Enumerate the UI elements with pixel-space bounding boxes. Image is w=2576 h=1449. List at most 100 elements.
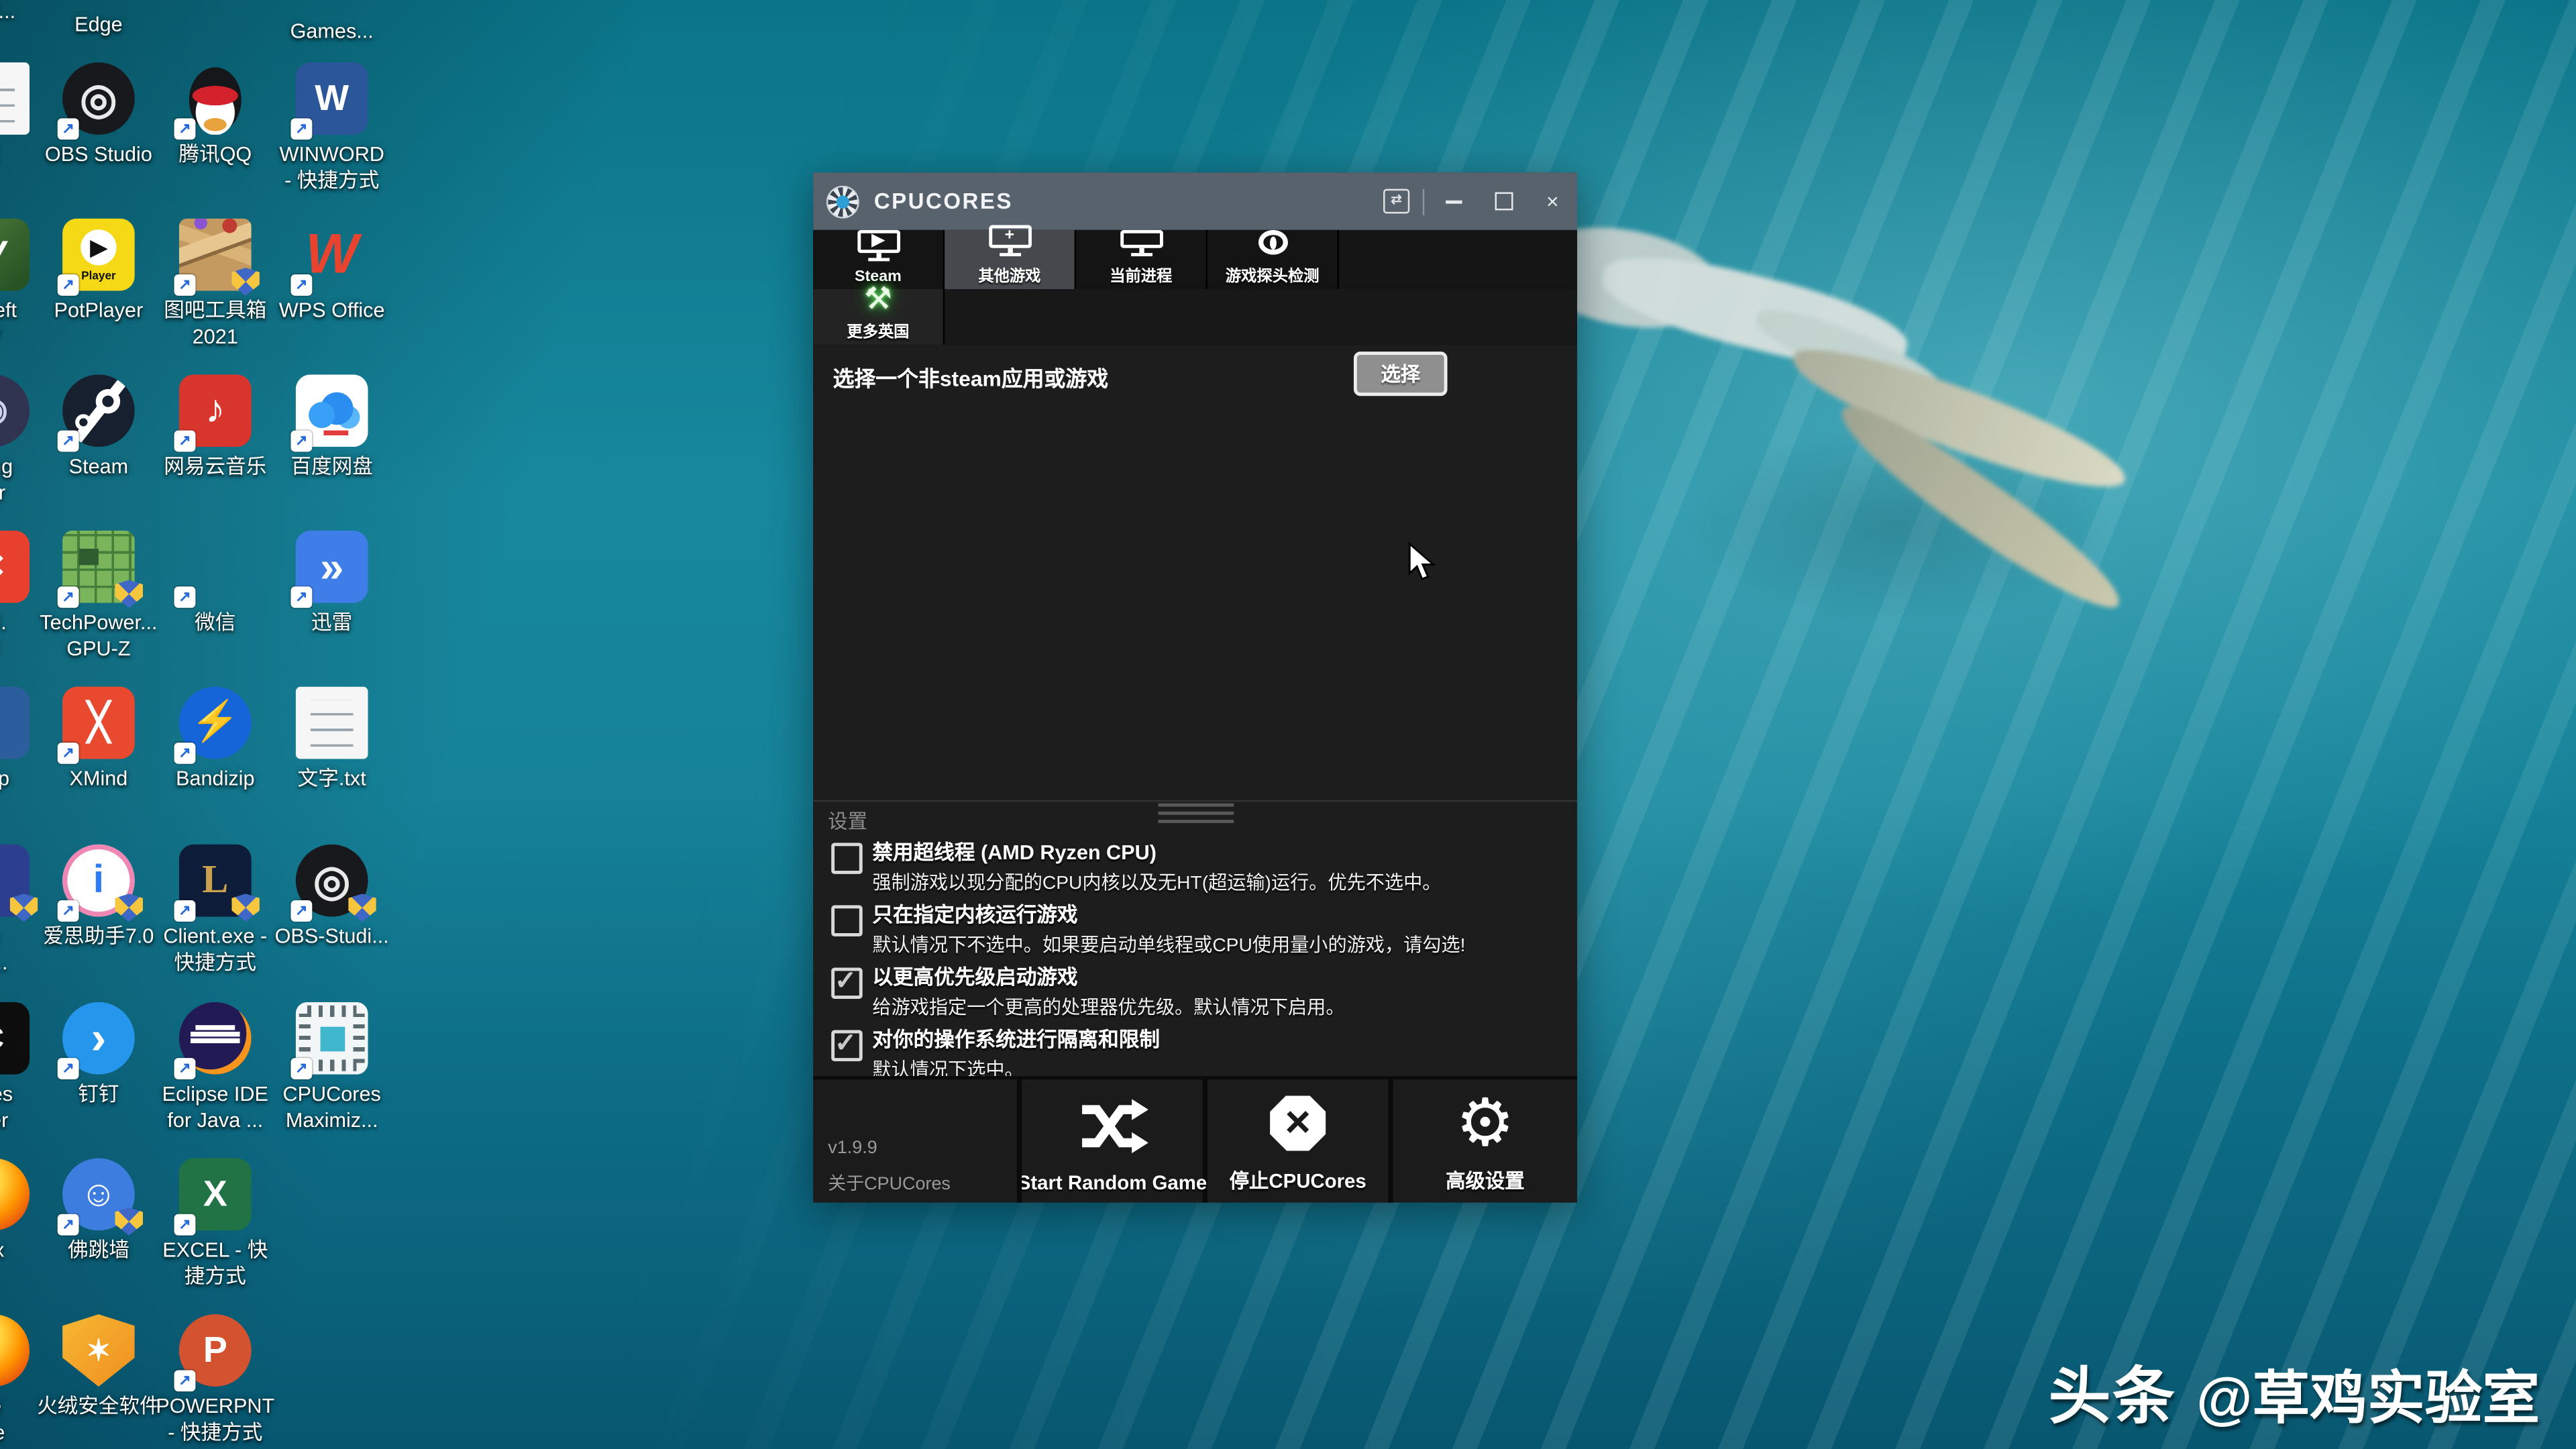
netease-cloud-music-icon: ♪ ↗ [174, 374, 252, 452]
drag-handle[interactable] [1157, 803, 1233, 828]
setting-description: 给游戏指定一个更高的处理器优先级。默认情况下启用。 [872, 998, 1345, 1019]
shortcut-arrow-icon: ↗ [57, 1214, 79, 1236]
aisi-assistant-7-glyph: i [93, 857, 105, 902]
checkbox-4-checked[interactable]: ✓ [831, 1030, 863, 1062]
bandizip-glyph: ⚡ [191, 700, 240, 745]
desktop-icon-baidu-netdisk[interactable]: ↗ 百度网盘 [260, 374, 405, 480]
desktop-icon-microsoft-edge[interactable]: Edge [26, 13, 171, 39]
footer-button-stop-x[interactable]: × 停止CPUCores [1208, 1079, 1393, 1203]
select-button[interactable]: 选择 [1353, 352, 1448, 396]
desktop-icon-games-partial[interactable]: Games... [260, 19, 405, 45]
checkbox-2-unchecked[interactable] [831, 905, 863, 936]
about-link[interactable]: 关于CPUCores [828, 1170, 951, 1196]
checkbox-1-unchecked[interactable] [831, 843, 863, 874]
tab-steam-games[interactable]: ▶ Steam [813, 229, 945, 290]
footer-button-label: Start Random Game [1017, 1171, 1208, 1195]
desktop-icon-thunder-xunlei[interactable]: » ↗ 迅雷 [260, 531, 405, 637]
dingtalk-icon: › ↗ [57, 1002, 135, 1079]
uac-shield-icon [231, 268, 260, 296]
fotiaoqiang-glyph: ☺ [80, 1173, 117, 1214]
footer-button-label: 停止CPUCores [1229, 1169, 1366, 1193]
excel-shortcut-icon: X ↗ [174, 1158, 252, 1236]
tab-label: 其他游戏 [978, 268, 1041, 286]
shortcut-arrow-icon: ↗ [174, 742, 196, 764]
obs-studio-glyph: ◎ [80, 74, 117, 123]
winword-shortcut-icon: W ↗ [290, 62, 368, 140]
epic-games-partial-glyph: C [0, 1024, 4, 1053]
desktop-icon-excel-shortcut[interactable]: X ↗ EXCEL - 快 捷方式 [143, 1158, 288, 1291]
winword-shortcut-glyph: W [315, 77, 350, 119]
epic-games-partial-icon: C [0, 1002, 30, 1075]
close-button[interactable]: × [1528, 172, 1577, 230]
obs-studio-icon: ◎ ↗ [57, 62, 135, 140]
shortcut-arrow-icon: ↗ [290, 118, 313, 140]
window-title: CPUCORES [873, 189, 1013, 214]
setting-description: 默认情况下不选中。如果要启动单线程或CPU使用量小的游戏，请勾选! [872, 936, 1466, 957]
xmind-icon: ╳ ↗ [57, 686, 135, 764]
desktop-icon-obs-studio-installer[interactable]: ◎ ↗ OBS-Studi... [260, 844, 405, 951]
lol-client-shortcut-glyph: L [202, 859, 229, 902]
desktop-icon-cpucores-maximizer[interactable]: ↗ CPUCores Maximiz... [260, 1002, 405, 1134]
desktop-icon-powerpnt-shortcut[interactable]: P ↗ POWERPNT - 快捷方式 [143, 1314, 288, 1446]
shortcut-arrow-icon: ↗ [57, 586, 79, 608]
netease-cloud-music-glyph: ♪ [205, 387, 225, 433]
desktop-icon-winword-shortcut[interactable]: W ↗ WINWORD - 快捷方式 [260, 62, 405, 195]
footer-info: v1.9.9 关于CPUCores [813, 1079, 1022, 1203]
red-x-partial-glyph: × [0, 546, 5, 587]
uac-shield-icon [348, 894, 376, 922]
footer-button-gear[interactable]: ⚙ 高级设置 [1393, 1079, 1577, 1203]
translate-button[interactable]: ⇄ [1375, 172, 1418, 230]
non-steam-panel: 选择一个非steam应用或游戏 选择 [813, 345, 1578, 800]
stop-x-icon: × [1270, 1079, 1326, 1167]
shortcut-arrow-icon: ↗ [57, 742, 79, 764]
footer-button-shuffle[interactable]: Start Random Game [1018, 1079, 1208, 1203]
reel-partial-glyph: ◉ [0, 394, 8, 427]
shortcut-arrow-icon: ↗ [174, 118, 196, 140]
desktop-icon-wps-office[interactable]: W ↗ WPS Office [260, 219, 405, 325]
eclipse-ide-icon: ↗ [174, 1002, 252, 1079]
wps-office-glyph: W [305, 223, 358, 286]
shortcut-arrow-icon: ↗ [290, 430, 313, 452]
uac-shield-icon [231, 894, 260, 922]
firefox-partial-icon [0, 1158, 30, 1231]
desktop-icon-text-txt-file[interactable]: 文字.txt [260, 686, 405, 793]
minimize-button[interactable] [1430, 172, 1479, 230]
checkmark-icon: ✓ [835, 967, 857, 996]
tuba-toolbox-2021-icon: ↗ [174, 218, 260, 296]
wechat-icon: ↗ [174, 531, 252, 608]
obs-studio-installer-icon: ◎ ↗ [290, 844, 376, 922]
aisi-assistant-7-icon: i ↗ [57, 844, 144, 922]
cpucores-app-icon [826, 184, 859, 218]
shortcut-arrow-icon: ↗ [174, 586, 196, 608]
desktop-wallpaper: Off...EdgeGames...2◎↗OBS Studio↗腾讯QQW↗WI… [0, 0, 2576, 1449]
shortcut-arrow-icon: ↗ [57, 1058, 79, 1079]
tab-more-games[interactable]: ⚒ 更多英国 [813, 284, 945, 345]
shortcut-arrow-icon: ↗ [174, 1214, 196, 1236]
gta-v-partial-icon: V [0, 218, 30, 291]
lol-client-shortcut-icon: L ↗ [174, 844, 260, 922]
secondary-tabbar: ⚒ 更多英国 [813, 284, 1578, 347]
cpucores-maximizer-icon: ↗ [290, 1002, 368, 1079]
bandizip-icon: ⚡ ↗ [174, 686, 252, 764]
shortcut-arrow-icon: ↗ [174, 1370, 196, 1392]
settings-header: 设置 [828, 810, 868, 833]
tab-gameveye-detection[interactable]: 游戏探头检测 [1208, 229, 1339, 290]
icon-label: 百度网盘 [290, 455, 373, 478]
titlebar-divider [1422, 188, 1425, 215]
zip-partial-icon [0, 686, 30, 759]
gear-icon: ⚙ [1455, 1087, 1515, 1159]
icon-label: WINWORD - 快捷方式 [279, 143, 384, 192]
thunder-xunlei-icon: » ↗ [290, 531, 368, 608]
potplayer-icon: ▶ Player ↗ [57, 218, 135, 296]
shortcut-arrow-icon: ↗ [290, 586, 313, 608]
tab-running-processes[interactable]: 当前进程 [1076, 229, 1208, 290]
shortcut-arrow-icon: ↗ [57, 900, 79, 922]
maximize-button[interactable] [1479, 172, 1527, 230]
tab-non-steam-games[interactable]: + 其他游戏 [945, 225, 1077, 290]
shortcut-arrow-icon: ↗ [174, 274, 196, 296]
shortcut-arrow-icon: ↗ [174, 1058, 196, 1079]
checkbox-3-checked[interactable]: ✓ [831, 967, 863, 999]
gta-v-partial-glyph: V [0, 235, 5, 273]
window-titlebar[interactable]: CPUCORES ⇄ × [813, 172, 1578, 230]
main-tabbar: ▶ Steam + 其他游戏 当前进程 游戏探头检测 [813, 225, 1578, 291]
